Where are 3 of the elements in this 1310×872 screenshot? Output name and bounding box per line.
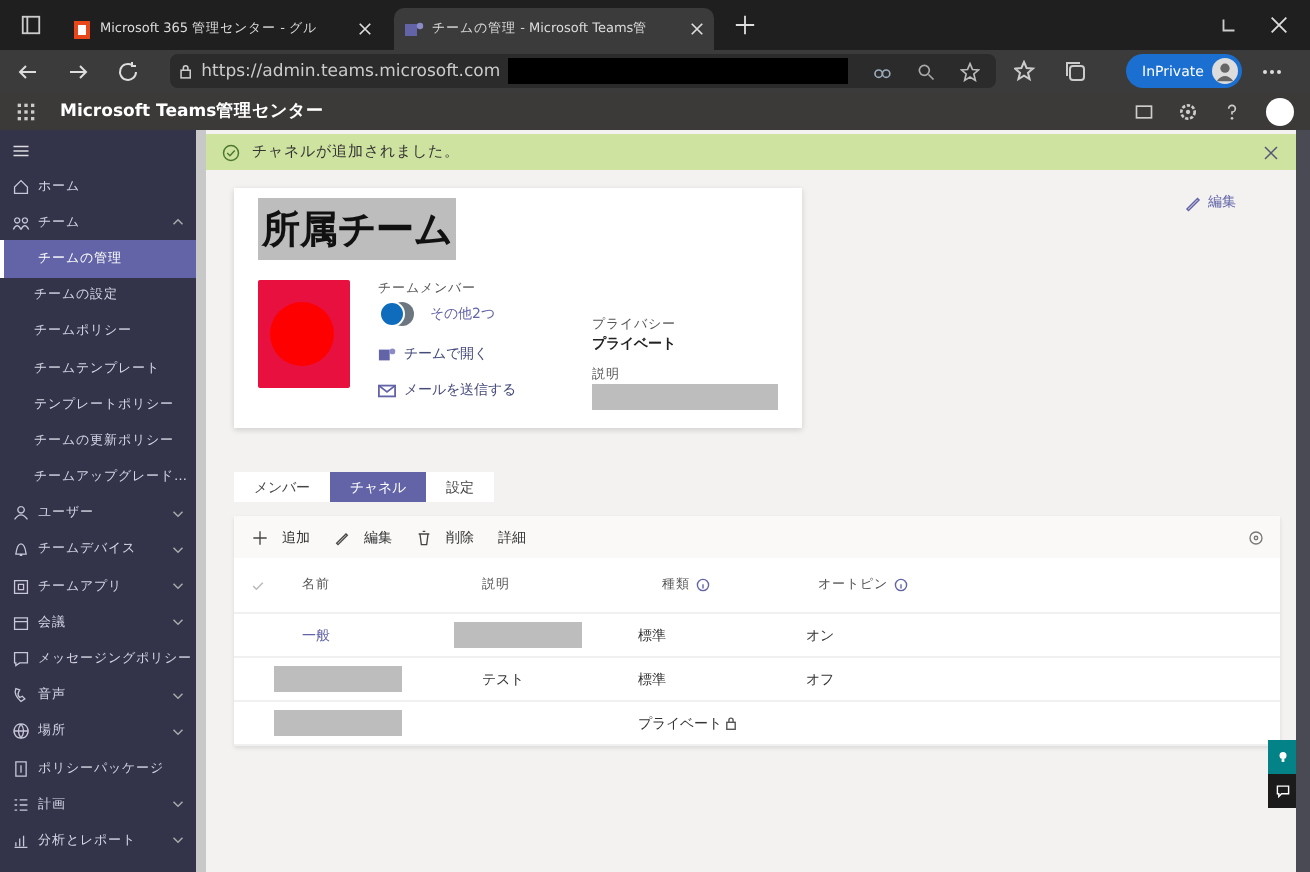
- team-title: 所属チーム: [258, 198, 456, 260]
- address-bar[interactable]: https://admin.teams.microsoft.com: [170, 54, 996, 88]
- app-title: Microsoft Teams管理センター: [60, 99, 325, 123]
